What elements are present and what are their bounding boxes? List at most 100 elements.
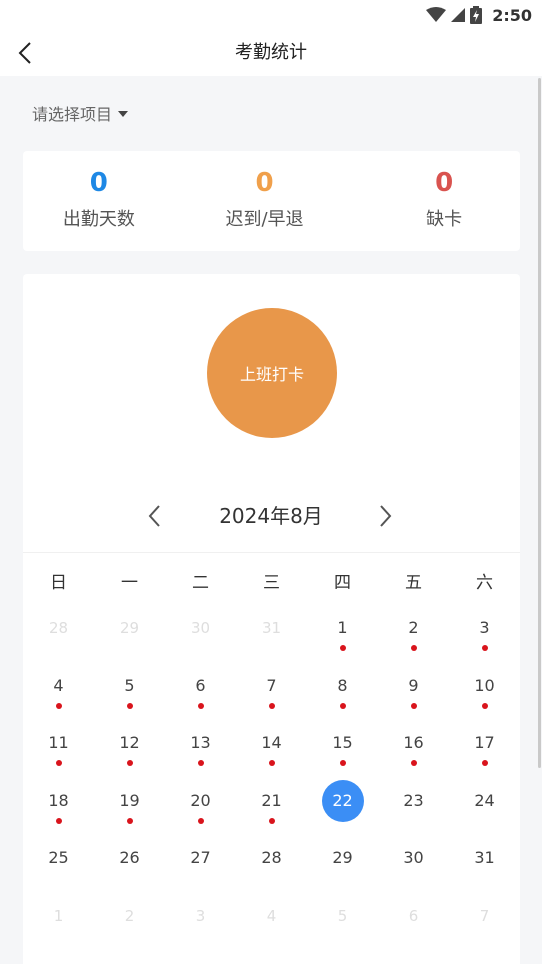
calendar-day[interactable]: 5 [94,673,165,731]
project-selector-label: 请选择项目 [32,105,113,124]
missing-punch-dot [481,702,488,709]
missing-punch-dot [55,702,62,709]
calendar-day[interactable]: 30 [378,845,449,903]
missing-punch-dot [410,702,417,709]
stat-label: 出勤天数 [62,209,135,230]
calendar-day-number: 5 [337,906,348,925]
calendar-day-number: 30 [190,619,211,637]
weekday-label: 三 [263,573,280,593]
calendar-day[interactable]: 14 [236,730,307,788]
calendar-day[interactable]: 28 [236,845,307,903]
missing-punch-dot [410,645,417,651]
missing-punch-dot [268,817,275,824]
calendar-day-number: 22 [321,779,364,822]
calendar-day[interactable]: 1 [307,615,378,673]
calendar-day[interactable]: 25 [23,845,94,903]
calendar-day-number: 29 [332,848,353,868]
stat-value: 0 [89,168,108,198]
stat-attendance-days: 0 出勤天数 [23,151,189,251]
calendar-day[interactable]: 6 [165,673,236,731]
stat-missing-punch: 0 缺卡 [340,151,520,251]
calendar-day[interactable]: 26 [94,845,165,903]
calendar-day[interactable]: 12 [94,730,165,788]
calendar-day-number: 7 [479,906,490,925]
calendar-day[interactable]: 31 [236,615,307,673]
calendar-day[interactable]: 7 [449,903,520,961]
stat-late-early: 0 迟到/早退 [189,151,341,251]
calendar-day-number: 23 [403,790,424,810]
stat-value: 0 [255,168,274,198]
missing-punch-dot [339,760,346,767]
weekday-label: 六 [476,573,493,593]
calendar-day-number: 30 [403,848,424,868]
calendar-day[interactable]: 27 [165,845,236,903]
calendar-day[interactable]: 18 [23,788,94,846]
attendance-card: 上班打卡 2024年8月 日 一 二 三 四 五 六 28 29 30 31 1 2 3 4 5… [23,274,520,964]
calendar-day[interactable]: 2 [94,903,165,961]
project-selector[interactable]: 请选择项目 [32,99,129,127]
stat-label: 缺卡 [426,209,463,230]
calendar-day[interactable]: 29 [94,615,165,673]
weekday-header: 日 一 二 三 四 五 六 [23,570,520,596]
calendar-day[interactable]: 16 [378,730,449,788]
calendar-day[interactable]: 8 [307,673,378,731]
calendar-day[interactable]: 3 [449,615,520,673]
clock-in-button[interactable]: 上班打卡 [207,308,337,438]
missing-punch-dot [481,645,488,651]
calendar-day[interactable]: 13 [165,730,236,788]
calendar-day[interactable]: 21 [236,788,307,846]
calendar-day-selected[interactable]: 22 [307,779,378,846]
calendar-day[interactable]: 31 [449,845,520,903]
calendar-day[interactable]: 23 [378,788,449,846]
calendar-day[interactable]: 19 [94,788,165,846]
calendar-day[interactable]: 28 [23,615,94,673]
stat-label: 迟到/早退 [225,209,304,230]
missing-punch-dot [339,702,346,709]
prev-month-icon[interactable] [145,503,165,529]
screen: 2:50 考勤统计 请选择项目 0 出勤天数 0 迟到/早退 0 缺卡 上班打卡 [0,0,542,964]
calendar-day-number: 4 [266,906,277,925]
calendar-day-number: 31 [474,848,495,868]
missing-punch-dot [197,702,204,709]
calendar-day-number: 6 [408,906,419,925]
missing-punch-dot [268,760,275,767]
calendar-day[interactable]: 24 [449,788,520,846]
status-bar: 2:50 [0,0,542,30]
caret-down-icon [118,111,129,117]
calendar-day[interactable]: 2 [378,615,449,673]
missing-punch-dot [410,760,417,767]
calendar-day[interactable]: 4 [23,673,94,731]
calendar-day[interactable]: 7 [236,673,307,731]
app-header: 考勤统计 [0,30,542,76]
weekday-label: 一 [121,573,138,593]
calendar-grid: 28 29 30 31 1 2 3 4 5 6 7 8 9 10 11 12 13 14 15 16 17 18 19 20 2… [23,615,520,961]
calendar-day[interactable]: 29 [307,845,378,903]
calendar-day-number: 2 [124,906,135,925]
missing-punch-dot [197,817,204,824]
stats-card: 0 出勤天数 0 迟到/早退 0 缺卡 [23,151,520,251]
calendar-day[interactable]: 5 [307,903,378,961]
calendar-day-number: 3 [195,906,206,925]
missing-punch-dot [126,817,133,824]
weekday-label: 日 [50,573,67,593]
calendar-day[interactable]: 1 [23,903,94,961]
calendar-day[interactable]: 30 [165,615,236,673]
page-title: 考勤统计 [235,42,307,63]
battery-icon [470,6,483,24]
calendar-day[interactable]: 4 [236,903,307,961]
calendar-day[interactable]: 10 [449,673,520,731]
next-month-icon[interactable] [375,503,395,529]
calendar-day[interactable]: 3 [165,903,236,961]
scrollbar[interactable] [538,78,541,768]
calendar-day[interactable]: 9 [378,673,449,731]
month-navigator: 2024年8月 [23,496,520,536]
calendar-day[interactable]: 20 [165,788,236,846]
missing-punch-dot [126,760,133,767]
weekday-label: 五 [405,573,422,593]
month-label: 2024年8月 [219,504,323,528]
calendar-day[interactable]: 11 [23,730,94,788]
calendar-day-number: 31 [261,619,282,637]
calendar-day[interactable]: 6 [378,903,449,961]
calendar-day[interactable]: 17 [449,730,520,788]
missing-punch-dot [268,702,275,709]
